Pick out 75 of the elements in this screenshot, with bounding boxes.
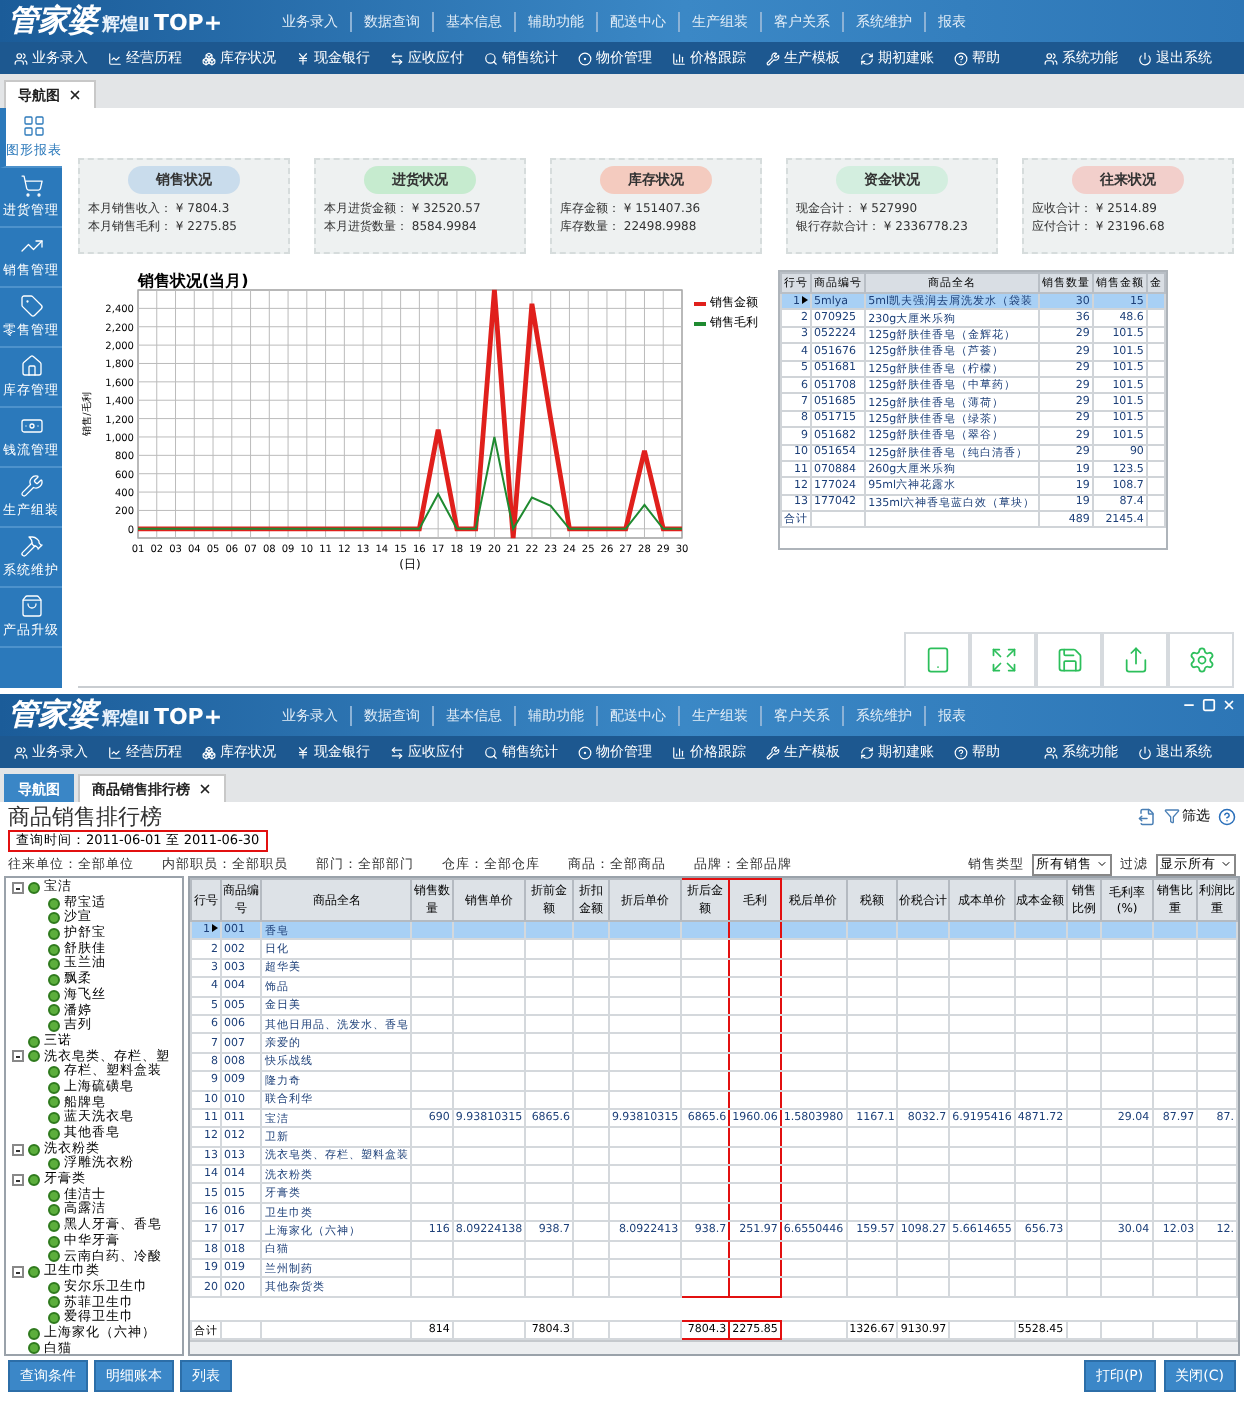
wrench-icon	[766, 745, 780, 759]
close-icon[interactable]	[68, 88, 82, 102]
node-icon	[48, 1312, 60, 1325]
export-icon[interactable]	[1138, 807, 1156, 825]
edition-suffix: TOP+	[153, 10, 223, 36]
arrows-icon	[390, 51, 404, 65]
node-icon	[48, 1158, 60, 1171]
page-title: 商品销售排行榜	[8, 801, 162, 831]
caret-icon	[1220, 858, 1232, 870]
save-button[interactable]	[1036, 632, 1102, 688]
expand-toggle[interactable]	[12, 1143, 24, 1156]
expand-toggle[interactable]	[12, 881, 24, 894]
refresh-icon	[860, 745, 874, 759]
save-icon	[1055, 646, 1083, 674]
bar-chart-icon	[672, 745, 686, 759]
edition-label: 辉煌Ⅱ	[102, 13, 150, 38]
help-icon[interactable]	[1218, 807, 1236, 825]
expand-toggle[interactable]	[12, 1173, 24, 1186]
minimize-icon[interactable]	[1182, 698, 1196, 712]
line-chart-icon	[108, 745, 122, 759]
close-icon[interactable]	[198, 782, 212, 796]
node-icon	[28, 1143, 40, 1156]
node-icon	[28, 1266, 40, 1279]
users-icon	[1044, 745, 1058, 759]
row-pointer-icon	[802, 295, 809, 304]
line-chart-icon	[108, 51, 122, 65]
users-icon	[1044, 51, 1058, 65]
bag-icon	[19, 594, 43, 618]
tag-icon	[19, 294, 43, 318]
power-icon	[1138, 51, 1152, 65]
yen-icon	[296, 51, 310, 65]
edition-suffix: TOP+	[153, 704, 223, 730]
expand-icon	[989, 646, 1017, 674]
help-icon	[954, 745, 968, 759]
boxes-icon	[202, 745, 216, 759]
share-icon	[1121, 646, 1149, 674]
house-icon	[19, 354, 43, 378]
filter-icon	[1164, 808, 1180, 824]
expand-toggle[interactable]	[12, 1266, 24, 1279]
cart-icon	[19, 174, 43, 198]
wrench-icon	[766, 51, 780, 65]
bar-chart-icon	[672, 51, 686, 65]
caret-icon	[1096, 858, 1108, 870]
users-icon	[14, 745, 28, 759]
search-icon	[484, 745, 498, 759]
brand-name: 管家婆	[8, 2, 98, 40]
chart-title: 销售状况(当月)	[138, 272, 249, 290]
hammer-icon	[19, 534, 43, 558]
node-icon	[28, 1173, 40, 1186]
power-icon	[1138, 745, 1152, 759]
tablet-icon	[923, 646, 951, 674]
yen-icon	[296, 745, 310, 759]
scrollbar[interactable]	[190, 1340, 1238, 1354]
maximize-icon[interactable]	[1202, 698, 1216, 712]
settings-button[interactable]	[1168, 632, 1234, 688]
tablet-button[interactable]	[904, 632, 970, 688]
help-icon	[954, 51, 968, 65]
wrench-icon	[19, 474, 43, 498]
users-icon	[14, 51, 28, 65]
arrows-icon	[390, 745, 404, 759]
settings-icon	[1187, 646, 1215, 674]
target-icon	[578, 745, 592, 759]
boxes-icon	[202, 51, 216, 65]
target-icon	[578, 51, 592, 65]
refresh-icon	[860, 51, 874, 65]
edition-label: 辉煌Ⅱ	[102, 707, 150, 732]
grid-icon	[22, 114, 46, 138]
fullscreen-button[interactable]	[970, 632, 1036, 688]
search-icon	[484, 51, 498, 65]
banknote-icon	[19, 414, 43, 438]
expand-toggle[interactable]	[12, 1050, 24, 1063]
brand-name: 管家婆	[8, 696, 98, 734]
node-icon	[28, 881, 40, 894]
node-icon	[48, 1020, 60, 1033]
row-pointer-icon	[212, 924, 218, 933]
